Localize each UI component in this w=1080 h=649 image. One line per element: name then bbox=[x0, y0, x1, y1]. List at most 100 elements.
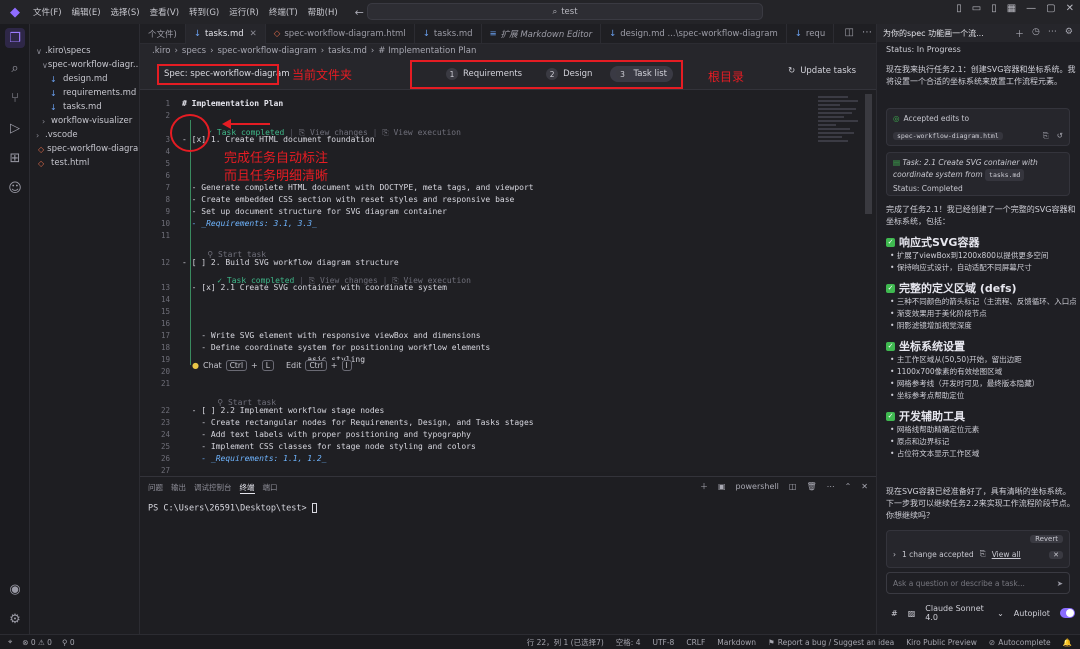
language-mode[interactable]: Markdown bbox=[717, 638, 756, 647]
breadcrumb-item[interactable]: # Implementation Plan bbox=[378, 46, 476, 56]
new-chat-icon[interactable]: ＋ bbox=[1015, 27, 1024, 40]
tree-item[interactable]: ◇ spec-workflow-diagra... bbox=[30, 142, 139, 156]
view-execution-link[interactable]: View execution bbox=[393, 128, 460, 137]
panel-tab-debug-console[interactable]: 调试控制台 bbox=[194, 482, 232, 494]
menu-selection[interactable]: 选择(S) bbox=[106, 6, 145, 18]
more-actions-icon[interactable]: ⋯ bbox=[862, 27, 872, 38]
chevron-right-icon[interactable]: › bbox=[893, 550, 896, 559]
new-terminal-icon[interactable]: ＋ bbox=[700, 481, 708, 492]
settings-gear-icon[interactable]: ⚙ bbox=[5, 609, 25, 629]
model-selector[interactable]: Claude Sonnet 4.0 bbox=[925, 604, 987, 622]
breadcrumb-item[interactable]: .kiro bbox=[152, 46, 171, 56]
trash-icon[interactable]: 🗑 bbox=[806, 482, 816, 491]
breadcrumb-item[interactable]: tasks.md bbox=[328, 46, 367, 56]
ports-count[interactable]: ⚲ 0 bbox=[62, 638, 75, 647]
view-changes-link[interactable]: View changes bbox=[310, 128, 368, 137]
breadcrumb-item[interactable]: spec-workflow-diagram bbox=[217, 46, 316, 56]
tab-tasks-md[interactable]: ↓ tasks.md ✕ bbox=[185, 24, 266, 44]
send-icon[interactable]: ➤ bbox=[1057, 579, 1063, 588]
cursor-position[interactable]: 行 22，列 1 (已选择7) bbox=[527, 637, 604, 648]
tab-markdown-editor[interactable]: ≡ 扩展 Markdown Editor bbox=[482, 24, 602, 44]
code-editor[interactable]: 1 # Implementation Plan 2 3- [x] 1. Create … bbox=[140, 90, 876, 475]
view-changes-link[interactable]: View changes bbox=[320, 276, 378, 285]
update-tasks-button[interactable]: ↻ Update tasks bbox=[788, 66, 856, 76]
file-chip[interactable]: tasks.md bbox=[985, 169, 1025, 181]
menu-help[interactable]: 帮助(H) bbox=[303, 6, 343, 18]
tree-item[interactable]: › workflow-visualizer bbox=[30, 114, 139, 128]
editor-scrollbar[interactable] bbox=[865, 94, 872, 214]
kiro-preview-label[interactable]: Kiro Public Preview bbox=[906, 638, 977, 647]
tree-item[interactable]: ↓ requirements.md bbox=[30, 86, 139, 100]
extensions-icon[interactable]: ⊞ bbox=[5, 148, 25, 168]
source-control-icon[interactable]: ⑂ bbox=[5, 88, 25, 108]
view-all-link[interactable]: View all bbox=[992, 550, 1021, 559]
start-task-link[interactable]: Start task bbox=[218, 250, 266, 259]
report-bug-link[interactable]: Report a bug / Suggest an idea bbox=[778, 638, 894, 647]
menu-view[interactable]: 查看(V) bbox=[145, 6, 184, 18]
run-debug-icon[interactable]: ▷ bbox=[5, 118, 25, 138]
split-terminal-icon[interactable]: ◫ bbox=[789, 482, 797, 491]
image-attach-icon[interactable]: ▨ bbox=[908, 609, 916, 618]
minimize-icon[interactable]: — bbox=[1026, 3, 1036, 14]
tab-tasks-md-2[interactable]: ↓ tasks.md bbox=[415, 24, 482, 44]
account-icon[interactable]: ◉ bbox=[5, 579, 25, 599]
terminal-shell-name[interactable]: powershell bbox=[736, 482, 779, 491]
menu-run[interactable]: 运行(R) bbox=[224, 6, 264, 18]
layout-secondary-icon[interactable]: ▯ bbox=[991, 3, 997, 14]
history-icon[interactable]: ◷ bbox=[1032, 27, 1040, 40]
dismiss-changes-icon[interactable]: ✕ bbox=[1049, 551, 1063, 559]
command-search[interactable]: ⌕ test bbox=[367, 3, 763, 20]
file-chip[interactable]: spec-workflow-diagram.html bbox=[893, 132, 1003, 140]
tree-item[interactable]: ◇ test.html bbox=[30, 156, 139, 170]
minimap[interactable] bbox=[818, 96, 862, 156]
start-task-link[interactable]: Start task bbox=[228, 398, 276, 407]
menu-file[interactable]: 文件(F) bbox=[28, 6, 67, 18]
tab-diagram-html[interactable]: ◇ spec-workflow-diagram.html bbox=[266, 24, 415, 44]
line-ending[interactable]: CRLF bbox=[686, 638, 705, 647]
explorer-icon[interactable]: ❐ bbox=[5, 28, 25, 48]
copy-icon[interactable]: ⎘ bbox=[1043, 131, 1049, 141]
problems-count[interactable]: ⊗ 0 ⚠ 0 bbox=[22, 638, 52, 647]
indentation[interactable]: 空格: 4 bbox=[616, 637, 641, 648]
back-arrow-icon[interactable]: ← bbox=[355, 6, 364, 19]
close-window-icon[interactable]: ✕ bbox=[1066, 3, 1074, 14]
more-actions-icon[interactable]: ⋯ bbox=[1048, 27, 1057, 40]
encoding[interactable]: UTF-8 bbox=[652, 638, 674, 647]
undo-icon[interactable]: ↺ bbox=[1057, 131, 1063, 141]
chat-session-title[interactable]: 为你的spec 功能画一个流... bbox=[877, 28, 1007, 39]
kiro-ghost-icon[interactable]: ☺ bbox=[5, 178, 25, 198]
panel-tab-output[interactable]: 输出 bbox=[171, 482, 186, 494]
view-execution-link[interactable]: View execution bbox=[403, 276, 470, 285]
tree-item[interactable]: ↓ design.md bbox=[30, 72, 139, 86]
maximize-icon[interactable]: ▢ bbox=[1046, 3, 1055, 14]
menu-terminal[interactable]: 终端(T) bbox=[264, 6, 303, 18]
layout-sidebar-icon[interactable]: ▯ bbox=[956, 3, 962, 14]
close-panel-icon[interactable]: ✕ bbox=[861, 482, 868, 491]
terminal-output[interactable]: PS C:\Users\26591\Desktop\test> bbox=[148, 503, 317, 514]
tab-design-md[interactable]: ↓ design.md ...\spec-workflow-diagram bbox=[601, 24, 787, 44]
autopilot-toggle[interactable] bbox=[1059, 608, 1075, 618]
revert-button[interactable]: Revert bbox=[1030, 535, 1063, 543]
tree-item[interactable]: › .vscode bbox=[30, 128, 139, 142]
maximize-panel-icon[interactable]: ⌃ bbox=[845, 482, 852, 491]
search-icon[interactable]: ⌕ bbox=[5, 58, 25, 78]
chevron-down-icon[interactable]: ⌄ bbox=[997, 609, 1004, 618]
tree-item[interactable]: ∨ .kiro\specs bbox=[30, 44, 139, 58]
tree-item[interactable]: ↓ tasks.md bbox=[30, 100, 139, 114]
layout-custom-icon[interactable]: ▦ bbox=[1007, 3, 1016, 14]
settings-gear-icon[interactable]: ⚙ bbox=[1065, 27, 1073, 40]
menu-edit[interactable]: 编辑(E) bbox=[67, 6, 106, 18]
tab-requirements[interactable]: ↓ requ bbox=[787, 24, 835, 44]
panel-tab-ports[interactable]: 端口 bbox=[263, 482, 278, 494]
layout-panel-icon[interactable]: ▭ bbox=[972, 3, 981, 14]
panel-tab-problems[interactable]: 问题 bbox=[148, 482, 163, 494]
menu-go[interactable]: 转到(G) bbox=[184, 6, 224, 18]
remote-icon[interactable]: ⌖ bbox=[8, 637, 12, 647]
more-actions-icon[interactable]: ⋯ bbox=[827, 482, 835, 491]
context-hash-icon[interactable]: # bbox=[891, 609, 898, 618]
split-editor-icon[interactable]: ◫ bbox=[845, 27, 854, 38]
autocomplete-toggle[interactable]: Autocomplete bbox=[998, 638, 1050, 647]
notifications-bell-icon[interactable]: 🔔 bbox=[1063, 638, 1072, 647]
panel-tab-terminal[interactable]: 终端 bbox=[239, 482, 255, 494]
close-icon[interactable]: ✕ bbox=[250, 29, 257, 39]
